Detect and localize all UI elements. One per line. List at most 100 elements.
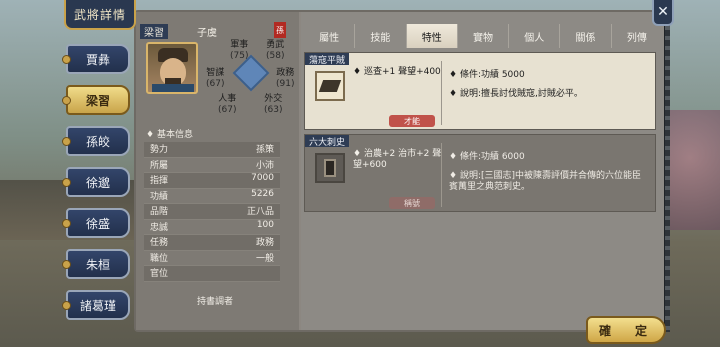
basic-info-table: 勢力 孫策 所屬 小沛 指揮 7000 功績 5226 品階 正八品 忠誠 100 任務 政務… xyxy=(144,142,280,282)
trait-description-text: 說明:[三國志]中被陳壽評價并合傳的六位能臣賓萬里之典范刺史。 xyxy=(449,171,641,192)
sidebar-item-0[interactable]: 賈彝 xyxy=(62,44,130,74)
info-key: 功績 xyxy=(150,191,169,202)
general-name-row: 梁習 子虞 xyxy=(140,24,290,39)
stat-valor: 勇武 (58) xyxy=(266,40,284,62)
stat-personnel: 人事 (67) xyxy=(218,94,236,116)
trait-tag: 稱號 xyxy=(389,197,435,209)
scroll-icon xyxy=(315,71,345,101)
info-value: 孫策 xyxy=(255,145,274,155)
panel-scrollbar[interactable] xyxy=(664,10,670,332)
basic-info-header: ♦ 基本信息 xyxy=(146,130,193,140)
sidebar-item-5[interactable]: 朱桓 xyxy=(62,249,130,279)
stat-value: (67) xyxy=(218,105,237,115)
trait-description: ♦ 說明:[三國志]中被陳壽評價并合傳的六位能臣賓萬里之典范刺史。 xyxy=(449,171,641,192)
info-key: 職位 xyxy=(150,253,169,264)
trait-card[interactable]: 蕩寇平賊 ♦ 巡查+1 聲望+400 才能 ♦ 條件:功績 5000 ♦ 說明:… xyxy=(304,52,656,130)
sidebar-item-4[interactable]: 徐盛 xyxy=(62,208,130,238)
faction-seal-icon: 孫 xyxy=(274,22,286,38)
info-row: 官位 xyxy=(144,266,280,282)
info-row: 指揮 7000 xyxy=(144,173,280,189)
general-list-sidebar: 賈彝 梁習 孫皎 徐邈 徐盛 朱桓 諸葛瑾 xyxy=(62,44,130,331)
stat-value: (75) xyxy=(230,51,249,61)
stat-label: 軍事 xyxy=(230,40,249,50)
stat-label: 智謀 xyxy=(206,68,225,78)
tab-relations[interactable]: 關係 xyxy=(560,24,612,48)
tab-skills[interactable]: 技能 xyxy=(355,24,407,48)
stat-politics: 政務 (91) xyxy=(276,68,294,90)
stat-value: (67) xyxy=(206,79,225,89)
info-row: 忠誠 100 xyxy=(144,219,280,235)
trait-effect-text: 治農+2 治市+2 聲望+600 xyxy=(353,149,442,170)
info-value: 正八品 xyxy=(246,207,274,217)
sidebar-item-6[interactable]: 諸葛瑾 xyxy=(62,290,130,320)
tab-items[interactable]: 實物 xyxy=(458,24,510,48)
general-portrait xyxy=(146,42,198,94)
stat-intel: 智謀 (67) xyxy=(206,68,224,90)
sidebar-item-label: 朱桓 xyxy=(85,257,110,272)
info-key: 勢力 xyxy=(150,145,169,155)
general-courtesy-name: 子虞 xyxy=(197,28,217,39)
sidebar-item-label: 梁習 xyxy=(85,93,110,108)
info-row: 任務 政務 xyxy=(144,235,280,251)
stat-value: (63) xyxy=(264,105,283,115)
dot-icon xyxy=(62,96,71,105)
info-key: 任務 xyxy=(150,238,169,248)
info-key: 所屬 xyxy=(150,160,169,171)
info-row: 功績 5226 xyxy=(144,188,280,204)
tab-attributes[interactable]: 屬性 xyxy=(304,24,356,48)
card-divider xyxy=(441,143,442,207)
dot-icon xyxy=(62,55,71,64)
info-value: 5226 xyxy=(251,188,274,199)
trait-tag: 才能 xyxy=(389,115,435,127)
sidebar-item-3[interactable]: 徐邈 xyxy=(62,167,130,197)
detail-tabs: 屬性 技能 特性 實物 個人 關係 列傳 xyxy=(304,24,662,48)
stat-diplomacy: 外交 (63) xyxy=(264,94,282,116)
dot-icon xyxy=(62,301,71,310)
trait-condition-text: 條件:功績 5000 xyxy=(459,70,525,80)
info-row: 品階 正八品 xyxy=(144,204,280,220)
close-button[interactable]: ✕ xyxy=(652,0,674,26)
trait-title: 六大刺史 xyxy=(305,135,350,148)
stat-value: (58) xyxy=(266,51,285,61)
confirm-button[interactable]: 確 定 xyxy=(586,316,666,344)
general-name: 梁習 xyxy=(140,24,168,39)
trait-description: ♦ 說明:擅長討伐賊寇,討賊必平。 xyxy=(449,89,583,99)
trait-card[interactable]: 六大刺史 ♦ 治農+2 治市+2 聲望+600 稱號 ♦ 條件:功績 6000 … xyxy=(304,134,656,212)
sidebar-item-label: 徐邈 xyxy=(85,175,110,190)
trait-description-text: 說明:擅長討伐賊寇,討賊必平。 xyxy=(459,89,583,99)
tab-traits[interactable]: 特性 xyxy=(406,24,458,48)
stat-label: 政務 xyxy=(276,68,295,78)
sidebar-item-1[interactable]: 梁習 xyxy=(62,85,130,115)
dot-icon xyxy=(62,137,71,146)
sidebar-item-label: 賈彝 xyxy=(85,52,110,67)
card-divider xyxy=(441,61,442,125)
window-title: 武將詳情 xyxy=(64,0,136,30)
stat-label: 人事 xyxy=(218,94,237,104)
dot-icon xyxy=(62,178,71,187)
tab-personal[interactable]: 個人 xyxy=(509,24,561,48)
sidebar-item-label: 孫皎 xyxy=(85,134,110,149)
info-row: 勢力 孫策 xyxy=(144,142,280,158)
stat-label: 勇武 xyxy=(266,40,285,50)
portrait-robe xyxy=(152,84,194,92)
info-value: 7000 xyxy=(251,173,274,183)
info-value: 100 xyxy=(256,219,274,230)
close-icon: ✕ xyxy=(657,4,669,20)
trait-condition-text: 條件:功績 6000 xyxy=(459,152,525,162)
sidebar-item-2[interactable]: 孫皎 xyxy=(62,126,130,156)
dot-icon xyxy=(62,219,71,228)
info-value: 政務 xyxy=(255,238,274,248)
tab-biography[interactable]: 列傳 xyxy=(612,24,662,48)
info-value: 一般 xyxy=(255,253,274,264)
trait-condition: ♦ 條件:功績 6000 xyxy=(449,152,525,162)
trait-effect: ♦ 巡查+1 聲望+400 xyxy=(353,67,441,77)
tablet-icon xyxy=(315,153,345,183)
stat-military: 軍事 (75) xyxy=(230,40,248,62)
info-key: 品階 xyxy=(150,207,169,217)
info-key: 指揮 xyxy=(150,176,169,186)
info-key: 官位 xyxy=(150,269,169,279)
stat-radar: 軍事 (75) 勇武 (58) 智謀 (67) 政務 (91) 人事 (67) 外交 (63… xyxy=(200,40,300,116)
sidebar-item-label: 徐盛 xyxy=(85,216,110,231)
info-value: 小沛 xyxy=(255,160,274,171)
info-row: 職位 一般 xyxy=(144,251,280,266)
